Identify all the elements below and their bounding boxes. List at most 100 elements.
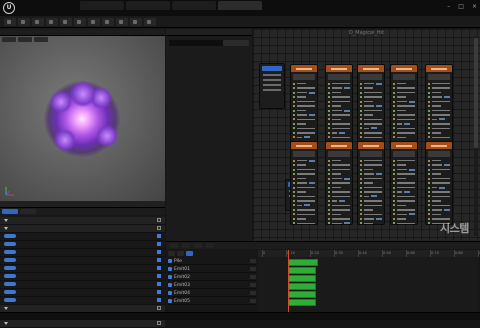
emitter-node[interactable] (325, 141, 353, 225)
track-enabled-checkbox[interactable] (168, 291, 172, 295)
module-row[interactable] (360, 190, 382, 193)
module-row[interactable] (428, 118, 450, 121)
add-parameter-button[interactable] (223, 40, 249, 46)
track-key-button[interactable] (250, 259, 256, 263)
module-row[interactable] (393, 86, 415, 89)
module-row[interactable] (393, 204, 415, 207)
module-row[interactable] (360, 127, 382, 130)
module-enabled-dot[interactable] (393, 213, 395, 215)
module-row[interactable] (428, 86, 450, 89)
module-row[interactable] (428, 127, 450, 130)
module-enabled-dot[interactable] (393, 195, 395, 197)
module-enabled-dot[interactable] (393, 114, 395, 116)
module-row[interactable] (428, 131, 450, 134)
module-row[interactable] (293, 109, 315, 112)
module-enabled-dot[interactable] (328, 213, 330, 215)
module-row[interactable] (328, 100, 350, 103)
module-row[interactable] (360, 186, 382, 189)
module-row[interactable] (293, 122, 315, 125)
module-enabled-dot[interactable] (328, 110, 330, 112)
module-enabled-dot[interactable] (393, 110, 395, 112)
module-row[interactable] (393, 82, 415, 85)
module-row[interactable] (360, 217, 382, 220)
emitter-row[interactable] (0, 289, 165, 297)
emitter-row[interactable] (0, 281, 165, 289)
module-enabled-dot[interactable] (328, 200, 330, 202)
module-enabled-dot[interactable] (428, 195, 430, 197)
module-row[interactable] (360, 136, 382, 139)
emitter-row[interactable] (0, 233, 165, 241)
enabled-checkbox[interactable] (157, 218, 161, 222)
enabled-checkbox[interactable] (157, 274, 161, 278)
timeline-track[interactable]: Emit05 (168, 298, 256, 305)
module-enabled-dot[interactable] (328, 105, 330, 107)
module-row[interactable] (293, 118, 315, 121)
module-row[interactable] (360, 131, 382, 134)
timeline-settings-button[interactable] (186, 251, 193, 256)
module-enabled-dot[interactable] (328, 92, 330, 94)
module-row[interactable] (428, 168, 450, 171)
module-row[interactable] (428, 195, 450, 198)
module-enabled-dot[interactable] (393, 204, 395, 206)
module-enabled-dot[interactable] (393, 187, 395, 189)
module-enabled-dot[interactable] (360, 209, 362, 211)
module-enabled-dot[interactable] (328, 132, 330, 134)
module-enabled-dot[interactable] (293, 209, 295, 211)
module-enabled-dot[interactable] (393, 123, 395, 125)
module-row[interactable] (328, 109, 350, 112)
module-row[interactable] (360, 104, 382, 107)
track-key-button[interactable] (250, 291, 256, 295)
module-enabled-dot[interactable] (293, 132, 295, 134)
module-enabled-dot[interactable] (393, 200, 395, 202)
module-row[interactable] (428, 159, 450, 162)
section-header[interactable] (0, 225, 165, 233)
module-row[interactable] (293, 172, 315, 175)
module-enabled-dot[interactable] (293, 96, 295, 98)
module-row[interactable] (293, 104, 315, 107)
track-key-button[interactable] (250, 267, 256, 271)
module-enabled-dot[interactable] (393, 182, 395, 184)
tab-level[interactable] (126, 1, 170, 10)
module-row[interactable] (328, 104, 350, 107)
module-enabled-dot[interactable] (293, 105, 295, 107)
module-enabled-dot[interactable] (393, 164, 395, 166)
module-row[interactable] (360, 86, 382, 89)
module-row[interactable] (393, 109, 415, 112)
module-enabled-dot[interactable] (360, 132, 362, 134)
module-row[interactable] (428, 82, 450, 85)
tab-scratch[interactable] (206, 243, 214, 248)
module-enabled-dot[interactable] (328, 187, 330, 189)
module-row[interactable] (393, 127, 415, 130)
close-icon[interactable]: × (472, 3, 477, 10)
module-enabled-dot[interactable] (293, 136, 295, 138)
toolbar-button[interactable] (144, 18, 156, 26)
track-enabled-checkbox[interactable] (168, 259, 172, 263)
emitter-time-range[interactable] (288, 283, 316, 290)
module-row[interactable] (293, 113, 315, 116)
module-enabled-dot[interactable] (293, 160, 295, 162)
timeline-track[interactable]: Emit02 (168, 274, 256, 281)
module-enabled-dot[interactable] (428, 110, 430, 112)
module-enabled-dot[interactable] (360, 178, 362, 180)
module-row[interactable] (393, 190, 415, 193)
emitter-row[interactable] (0, 241, 165, 249)
module-row[interactable] (328, 118, 350, 121)
unreal-logo-icon[interactable]: U (3, 2, 15, 14)
module-enabled-dot[interactable] (293, 218, 295, 220)
module-enabled-dot[interactable] (293, 191, 295, 193)
module-row[interactable] (328, 159, 350, 162)
module-enabled-dot[interactable] (360, 195, 362, 197)
module-enabled-dot[interactable] (393, 173, 395, 175)
module-enabled-dot[interactable] (428, 173, 430, 175)
module-row[interactable] (293, 222, 315, 225)
module-enabled-dot[interactable] (428, 218, 430, 220)
module-enabled-dot[interactable] (293, 213, 295, 215)
module-enabled-dot[interactable] (360, 118, 362, 120)
enabled-checkbox[interactable] (157, 290, 161, 294)
viewport-lit-button[interactable] (34, 37, 48, 42)
module-row[interactable] (328, 91, 350, 94)
preview-viewport[interactable] (0, 29, 165, 201)
timeline-track[interactable]: Pile (168, 258, 256, 265)
module-enabled-dot[interactable] (428, 160, 430, 162)
module-row[interactable] (328, 177, 350, 180)
